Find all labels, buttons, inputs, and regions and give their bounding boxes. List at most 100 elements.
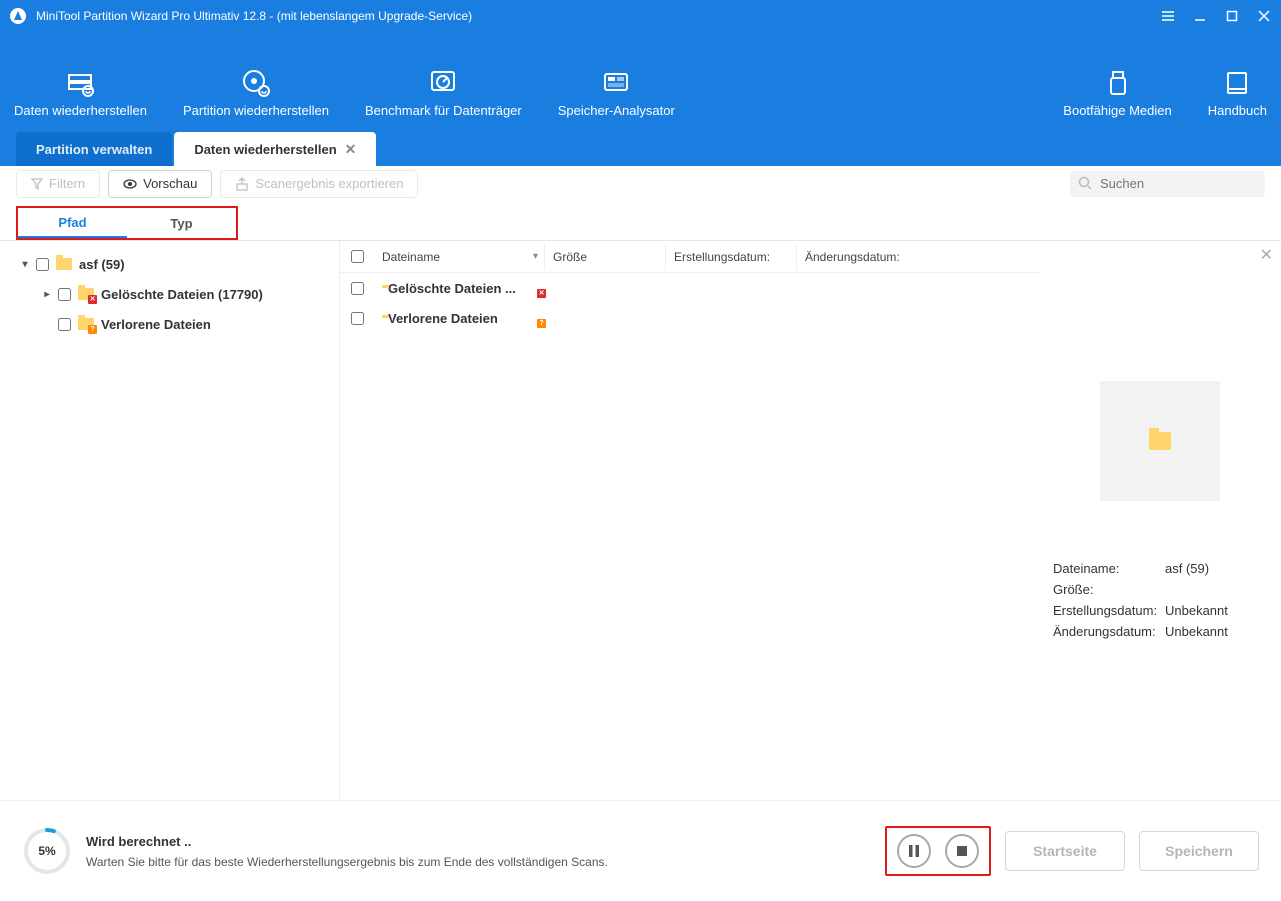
toolbar-label: Benchmark für Datenträger — [365, 103, 522, 118]
home-button[interactable]: Startseite — [1005, 831, 1125, 871]
meta-label: Größe: — [1053, 582, 1165, 597]
app-logo-icon — [8, 6, 28, 26]
select-all-checkbox[interactable] — [351, 250, 364, 263]
stop-icon — [956, 845, 968, 857]
search-icon — [1078, 176, 1092, 193]
usb-icon — [1104, 69, 1132, 97]
col-mdate[interactable]: Änderungsdatum: — [797, 250, 1039, 264]
tree-deleted[interactable]: ▸ ✕ Gelöschte Dateien (17790) — [0, 279, 339, 309]
tab-close-icon[interactable]: ✕ — [345, 141, 357, 158]
col-label: Änderungsdatum: — [805, 250, 900, 264]
tree-checkbox[interactable] — [58, 288, 71, 301]
button-label: Filtern — [49, 176, 85, 191]
tree-checkbox[interactable] — [36, 258, 49, 271]
subtab-path[interactable]: Pfad — [18, 208, 127, 238]
file-list: Dateiname ▾ Größe Erstellungsdatum: Änder… — [340, 241, 1039, 800]
list-header: Dateiname ▾ Größe Erstellungsdatum: Änder… — [340, 241, 1039, 273]
progress-percent: 5% — [22, 826, 72, 876]
tree-label: Gelöschte Dateien (17790) — [101, 287, 263, 302]
export-icon — [235, 177, 249, 191]
button-label: Startseite — [1033, 843, 1097, 859]
toolbar-benchmark[interactable]: Benchmark für Datenträger — [365, 69, 522, 118]
minimize-icon[interactable] — [1191, 7, 1209, 25]
window-title: MiniTool Partition Wizard Pro Ultimativ … — [36, 9, 1159, 23]
toolbar-label: Daten wiederherstellen — [14, 103, 147, 118]
tab-label: Daten wiederherstellen — [194, 142, 336, 157]
col-cdate[interactable]: Erstellungsdatum: — [666, 250, 796, 264]
tree-checkbox[interactable] — [58, 318, 71, 331]
chevron-right-icon[interactable]: ▸ — [40, 289, 54, 300]
subtabs-container: Pfad Typ — [0, 202, 1281, 241]
preview-panel: ✕ Dateiname:asf (59) Größe: Erstellungsd… — [1039, 241, 1281, 800]
meta-value: Unbekannt — [1165, 603, 1228, 618]
status-title: Wird berechnet .. — [86, 834, 871, 849]
toolbar-label: Speicher-Analysator — [558, 103, 675, 118]
tab-data-recovery[interactable]: Daten wiederherstellen ✕ — [174, 132, 376, 166]
save-button[interactable]: Speichern — [1139, 831, 1259, 871]
benchmark-icon — [429, 69, 457, 97]
main-content: ▾ asf (59) ▸ ✕ Gelöschte Dateien (17790)… — [0, 241, 1281, 801]
tabs: Partition verwalten Daten wiederherstell… — [0, 132, 1281, 166]
pause-button[interactable] — [897, 834, 931, 868]
search-input[interactable] — [1070, 171, 1265, 197]
chevron-down-icon[interactable]: ▾ — [18, 259, 32, 270]
list-row[interactable]: ✕ Gelöschte Dateien ... — [340, 273, 1039, 303]
tree-lost[interactable]: ? Verlorene Dateien — [0, 309, 339, 339]
eye-icon — [123, 177, 137, 191]
toolbar-bootable-media[interactable]: Bootfähige Medien — [1063, 69, 1171, 118]
row-name: Verlorene Dateien — [388, 311, 498, 326]
button-label: Vorschau — [143, 176, 197, 191]
pause-icon — [908, 844, 920, 858]
subtab-label: Pfad — [58, 215, 86, 230]
filter-button[interactable]: Filtern — [16, 170, 100, 198]
footer: 5% Wird berechnet .. Warten Sie bitte fü… — [0, 801, 1281, 901]
toolbar-manual[interactable]: Handbuch — [1208, 69, 1267, 118]
sort-indicator-icon: ▾ — [533, 251, 538, 262]
toolbar-space-analyzer[interactable]: Speicher-Analysator — [558, 69, 675, 118]
partition-recovery-icon — [242, 69, 270, 97]
folder-lost-icon: ? — [77, 316, 95, 332]
col-label: Dateiname — [382, 250, 440, 264]
subtab-type[interactable]: Typ — [127, 208, 236, 238]
button-label: Speichern — [1165, 843, 1233, 859]
meta-label: Änderungsdatum: — [1053, 624, 1165, 639]
toolbar-partition-recovery[interactable]: Partition wiederherstellen — [183, 69, 329, 118]
book-icon — [1223, 69, 1251, 97]
scan-controls — [885, 826, 991, 876]
maximize-icon[interactable] — [1223, 7, 1241, 25]
row-name: Gelöschte Dateien ... — [388, 281, 516, 296]
filter-icon — [31, 178, 43, 190]
data-recovery-icon — [66, 69, 94, 97]
stop-button[interactable] — [945, 834, 979, 868]
toolbar-label: Handbuch — [1208, 103, 1267, 118]
toolbar-data-recovery[interactable]: Daten wiederherstellen — [14, 69, 147, 118]
preview-metadata: Dateiname:asf (59) Größe: Erstellungsdat… — [1053, 561, 1267, 639]
col-size[interactable]: Größe — [545, 250, 665, 264]
meta-label: Erstellungsdatum: — [1053, 603, 1165, 618]
col-label: Erstellungsdatum: — [674, 250, 770, 264]
button-label: Scanergebnis exportieren — [255, 176, 403, 191]
tab-partition-manage[interactable]: Partition verwalten — [16, 132, 172, 166]
list-row[interactable]: ? Verlorene Dateien — [340, 303, 1039, 333]
row-checkbox[interactable] — [351, 282, 364, 295]
titlebar: MiniTool Partition Wizard Pro Ultimativ … — [0, 0, 1281, 32]
col-label: Größe — [553, 250, 587, 264]
close-icon[interactable] — [1255, 7, 1273, 25]
toolbar-label: Bootfähige Medien — [1063, 103, 1171, 118]
preview-close-icon[interactable]: ✕ — [1260, 245, 1273, 265]
row-checkbox[interactable] — [351, 312, 364, 325]
menu-icon[interactable] — [1159, 7, 1177, 25]
tree-root[interactable]: ▾ asf (59) — [0, 249, 339, 279]
col-filename[interactable]: Dateiname ▾ — [374, 250, 544, 264]
export-button[interactable]: Scanergebnis exportieren — [220, 170, 418, 198]
subtab-label: Typ — [170, 216, 192, 231]
status-message: Warten Sie bitte für das beste Wiederher… — [86, 855, 871, 869]
toolbar-label: Partition wiederherstellen — [183, 103, 329, 118]
folder-icon — [55, 256, 73, 272]
tree-label: asf (59) — [79, 257, 125, 272]
tree-label: Verlorene Dateien — [101, 317, 211, 332]
preview-button[interactable]: Vorschau — [108, 170, 212, 198]
progress-ring: 5% — [22, 826, 72, 876]
folder-icon — [1149, 432, 1171, 450]
tab-label: Partition verwalten — [36, 142, 152, 157]
